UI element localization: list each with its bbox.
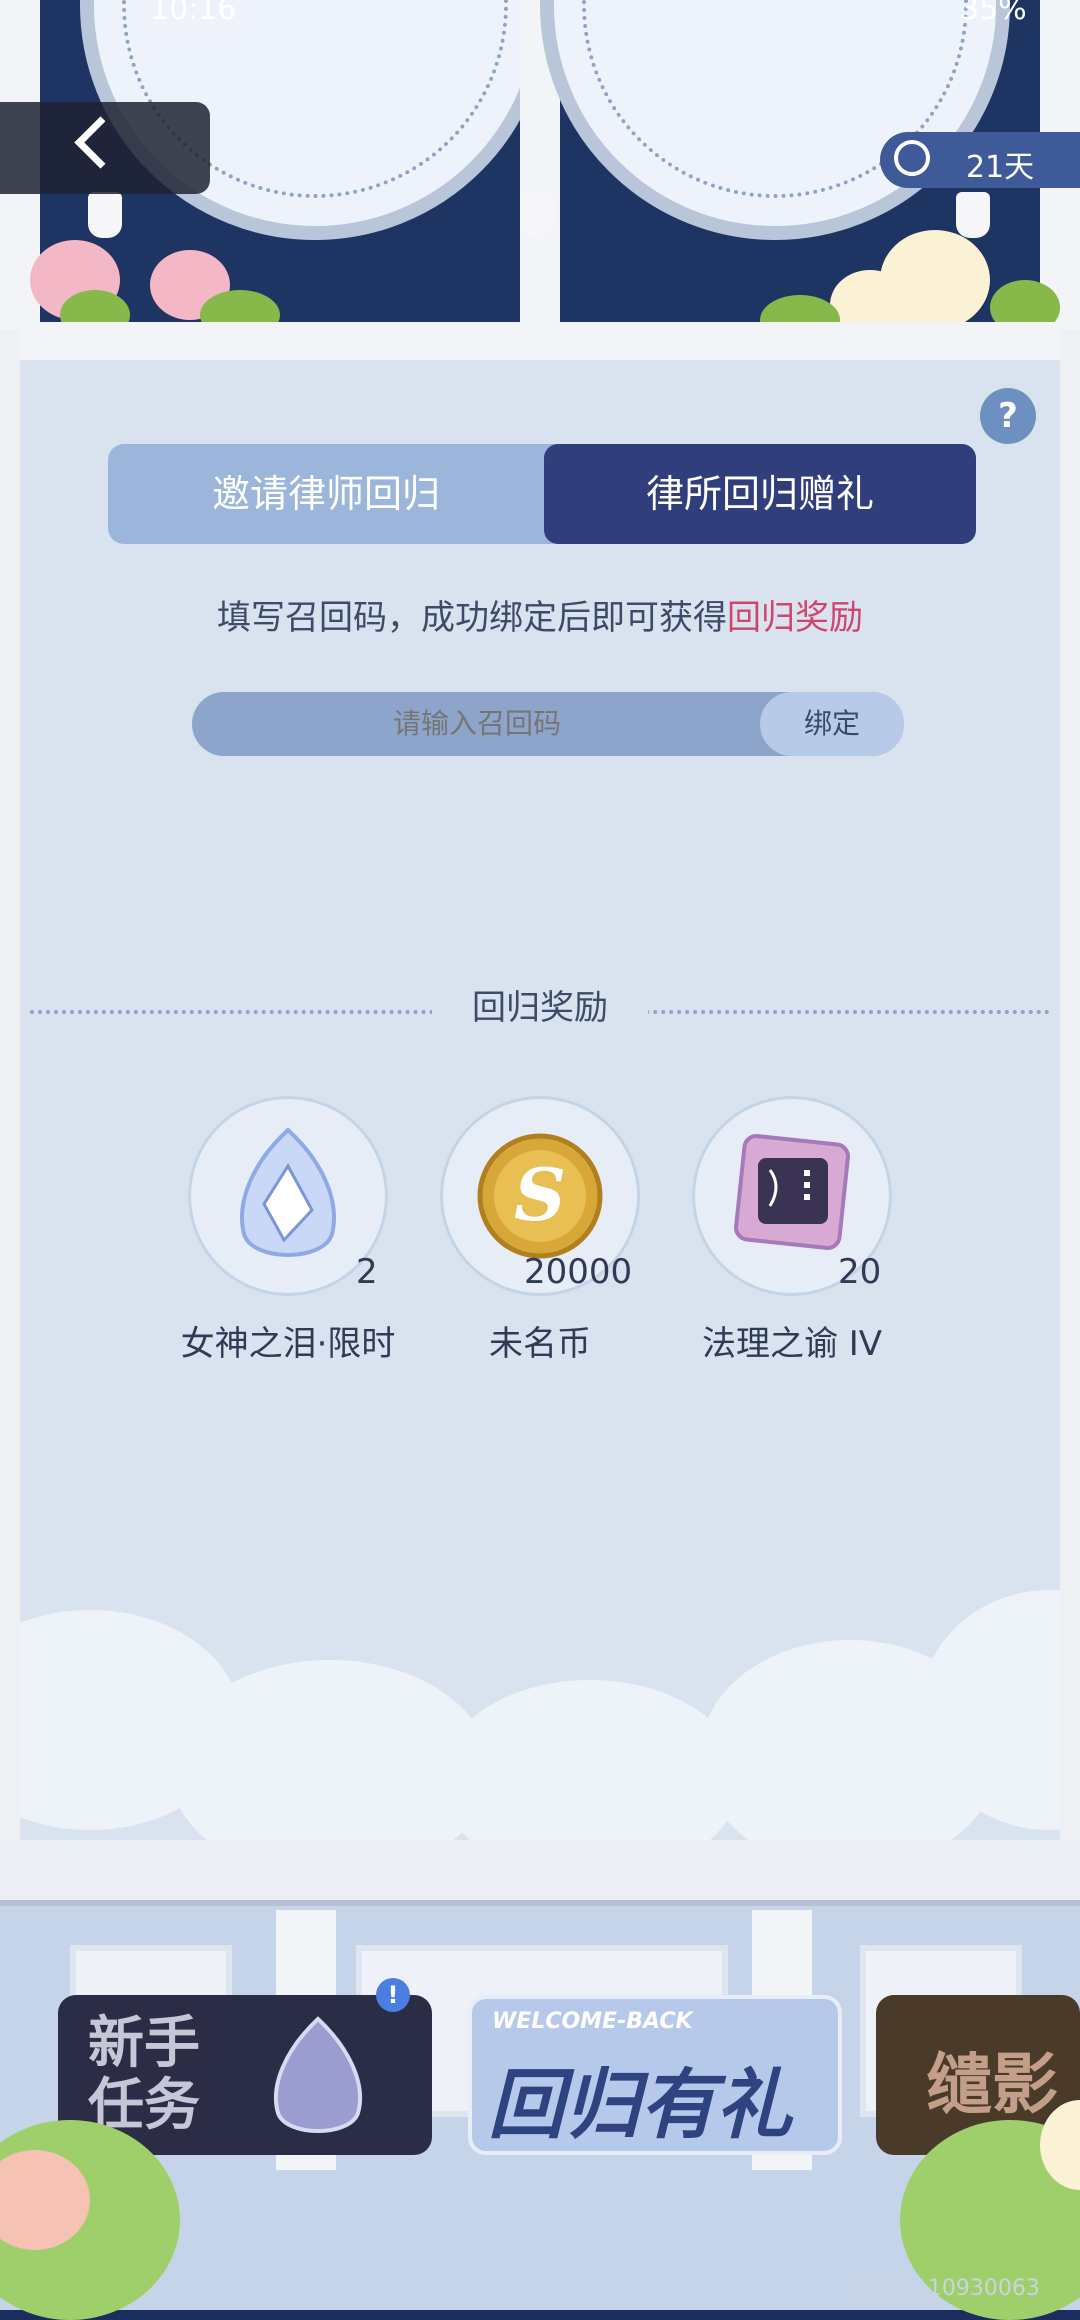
banner-welcome-back[interactable]: WELCOME-BACK 回归有礼 bbox=[468, 1995, 842, 2155]
tassel-icon bbox=[88, 192, 122, 238]
coin-icon: S bbox=[477, 1133, 603, 1259]
crystal-icon bbox=[273, 2016, 363, 2133]
chip-icon bbox=[734, 1134, 850, 1250]
clock-icon bbox=[894, 140, 930, 176]
reward-count: 20000 bbox=[524, 1252, 633, 1292]
reward-count: 20 bbox=[838, 1252, 882, 1292]
reward-name: 法理之谕 IV bbox=[701, 1324, 883, 1364]
banner-label: 新手 任务 bbox=[88, 2011, 200, 2138]
rewards-title-text: 回归奖励 bbox=[432, 988, 648, 1028]
tassel-icon bbox=[956, 192, 990, 238]
tab-bar: 邀请律师回归 律所回归赠礼 bbox=[108, 444, 976, 544]
rewards-title: 回归奖励 bbox=[0, 980, 1080, 1029]
reward-count: 2 bbox=[356, 1252, 378, 1292]
banner-label: 缱影 bbox=[926, 2046, 1058, 2123]
window-ledge bbox=[0, 322, 1080, 364]
help-button[interactable]: ? bbox=[980, 388, 1036, 444]
recall-code-bar: 绑定 bbox=[192, 692, 904, 756]
banner-label: 回归有礼 bbox=[488, 2060, 792, 2149]
frame-right bbox=[1060, 330, 1080, 1860]
tassel-icon bbox=[520, 192, 554, 238]
chevron-left-icon bbox=[74, 116, 127, 169]
status-battery: 35% bbox=[960, 0, 1027, 27]
countdown-label: 21天 bbox=[966, 150, 1035, 185]
banner-sublabel: WELCOME-BACK bbox=[492, 2009, 693, 2034]
bind-button[interactable]: 绑定 bbox=[760, 692, 904, 756]
frame-left bbox=[0, 330, 20, 1860]
tab-return-gift[interactable]: 律所回归赠礼 bbox=[544, 444, 976, 544]
svg-text:S: S bbox=[514, 1152, 566, 1237]
description-text: 填写召回码，成功绑定后即可获得 bbox=[217, 598, 727, 638]
bind-description: 填写召回码，成功绑定后即可获得回归奖励 bbox=[0, 590, 1080, 639]
notification-badge-icon: ! bbox=[376, 1978, 410, 2012]
recall-code-input[interactable] bbox=[192, 692, 762, 756]
status-time: 10:16 bbox=[150, 0, 237, 27]
uid-label: UID: 110930063 bbox=[860, 2276, 1040, 2301]
building-roof bbox=[0, 1840, 1080, 1906]
tab-invite-lawyer[interactable]: 邀请律师回归 bbox=[108, 444, 544, 544]
description-highlight: 回归奖励 bbox=[727, 598, 863, 638]
back-button[interactable] bbox=[0, 102, 210, 194]
arch-window-right bbox=[540, 0, 1010, 240]
crystal-icon bbox=[240, 1127, 336, 1257]
countdown-badge[interactable]: 21天 bbox=[880, 132, 1080, 188]
